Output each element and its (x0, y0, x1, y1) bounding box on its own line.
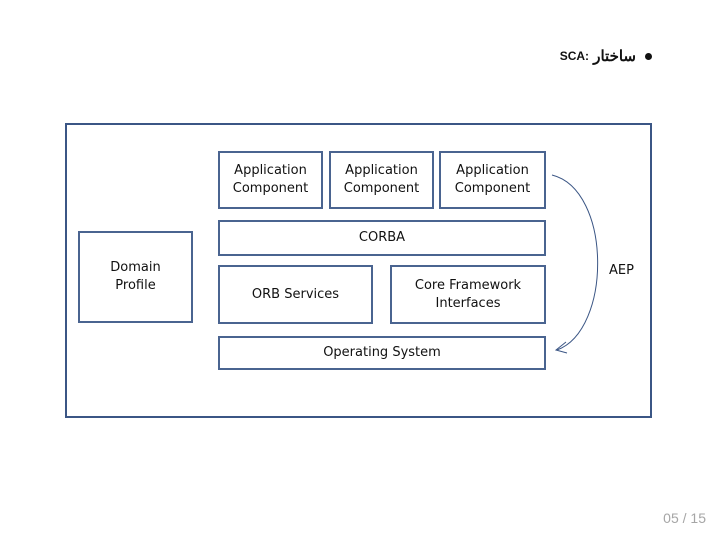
bullet-icon (645, 52, 652, 60)
orb-services-box: ORB Services (218, 265, 373, 324)
application-component-box-1: Application Component (218, 151, 323, 209)
operating-system-box: Operating System (218, 336, 546, 370)
slide-title: ساختار SCA: (560, 47, 652, 65)
title-persian: ساختار (593, 48, 636, 65)
domain-profile-box: Domain Profile (78, 231, 193, 323)
title-acronym: SCA: (559, 49, 590, 63)
application-component-box-2: Application Component (329, 151, 434, 209)
core-framework-interfaces-box: Core Framework Interfaces (390, 265, 546, 324)
aep-label: AEP (609, 263, 634, 278)
application-component-box-3: Application Component (439, 151, 546, 209)
page-number: 05 / 15 (663, 510, 706, 526)
corba-box: CORBA (218, 220, 546, 256)
